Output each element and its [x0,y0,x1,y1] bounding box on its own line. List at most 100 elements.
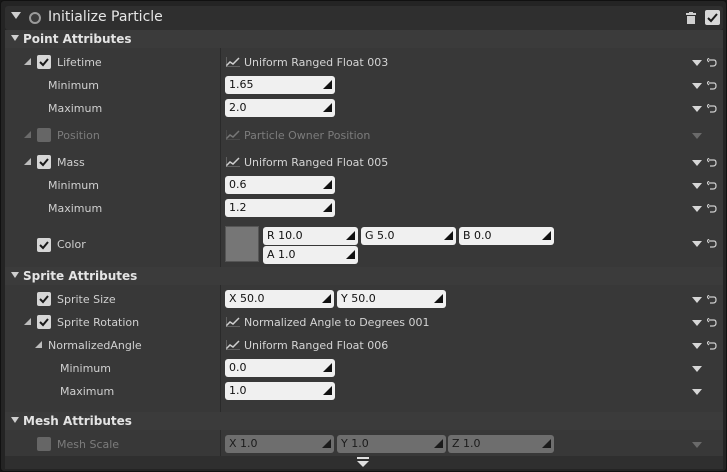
resize-corner-icon [542,439,551,448]
reset-icon[interactable] [707,204,717,214]
check-icon [707,13,718,23]
sprite-size-x-input[interactable]: X 50.0 [225,290,334,308]
check-icon [39,241,49,250]
expand-icon[interactable] [24,131,31,138]
dropdown-icon[interactable] [692,206,702,212]
reset-icon[interactable] [707,104,717,114]
color-r-input[interactable]: R 10.0 [263,227,358,245]
field-value: 1.0 [229,384,247,397]
module-header[interactable]: Initialize Particle [5,6,723,30]
mass-minimum-input[interactable]: 0.6 [225,176,335,194]
param-label: Minimum [48,79,99,92]
dropdown-icon[interactable] [692,366,702,372]
dropdown-icon[interactable] [692,297,702,303]
normalized-angle-maximum-input[interactable]: 1.0 [225,382,335,400]
param-row-lifetime-maximum: Maximum 2.0 [5,97,723,120]
dropdown-icon[interactable] [692,160,702,166]
reset-icon[interactable] [707,58,717,68]
param-label: Mass [57,156,85,169]
category-point-attributes[interactable]: Point Attributes [5,30,723,48]
curve-icon [226,157,240,167]
lifetime-maximum-input[interactable]: 2.0 [225,99,335,117]
expand-icon[interactable] [24,158,31,165]
expand-icon[interactable] [35,341,42,348]
distribution-selector[interactable]: Uniform Ranged Float 006 [244,339,388,352]
module-status-icon [29,12,41,24]
resize-corner-icon [542,231,551,240]
expand-icon[interactable] [24,58,31,65]
param-label: Minimum [60,362,111,375]
dropdown-icon[interactable] [692,133,702,139]
sprite-size-y-input[interactable]: Y 50.0 [337,290,446,308]
category-label: Mesh Attributes [23,414,132,428]
dropdown-icon[interactable] [692,389,702,395]
distribution-selector[interactable]: Uniform Ranged Float 003 [244,56,388,69]
lifetime-minimum-input[interactable]: 1.65 [225,76,335,94]
dropdown-icon[interactable] [692,442,702,448]
param-row-lifetime: Lifetime Uniform Ranged Float 003 [5,51,723,74]
dropdown-icon[interactable] [692,83,702,89]
reset-icon[interactable] [707,341,717,351]
mesh-scale-y-input[interactable]: Y 1.0 [337,435,446,453]
position-checkbox[interactable] [37,128,51,142]
resize-corner-icon [346,231,355,240]
expand-icon[interactable] [24,318,31,325]
trash-icon[interactable] [686,12,696,24]
mesh-scale-checkbox[interactable] [37,437,51,451]
sprite-size-checkbox[interactable] [37,292,51,306]
param-row-position: Position Particle Owner Position [5,124,723,147]
param-label: Sprite Size [57,293,116,306]
reset-icon[interactable] [707,295,717,305]
color-a-input[interactable]: A 1.0 [263,246,358,264]
expand-icon[interactable] [11,417,19,423]
reset-icon[interactable] [707,239,717,249]
lifetime-checkbox[interactable] [37,55,51,69]
check-icon [39,295,49,304]
reset-icon[interactable] [707,158,717,168]
dropdown-icon[interactable] [692,106,702,112]
expand-more-icon[interactable] [357,461,369,467]
reset-icon[interactable] [707,318,717,328]
check-icon [39,318,49,327]
param-row-mass-maximum: Maximum 1.2 [5,197,723,220]
sprite-rotation-checkbox[interactable] [37,315,51,329]
resize-corner-icon [322,439,331,448]
param-row-mass: Mass Uniform Ranged Float 005 [5,151,723,174]
dropdown-icon[interactable] [692,343,702,349]
field-value: Z 1.0 [452,437,481,450]
field-value: Y 1.0 [341,437,369,450]
field-value: R 10.0 [267,229,303,242]
module-enabled-checkbox[interactable] [705,10,720,25]
field-value: 1.2 [229,201,247,214]
distribution-selector[interactable]: Normalized Angle to Degrees 001 [244,316,429,329]
mass-checkbox[interactable] [37,155,51,169]
mesh-scale-x-input[interactable]: X 1.0 [225,435,334,453]
resize-corner-icon [322,294,331,303]
distribution-selector[interactable]: Particle Owner Position [244,129,370,142]
expand-icon[interactable] [11,272,19,278]
dropdown-icon[interactable] [692,320,702,326]
color-g-input[interactable]: G 5.0 [361,227,456,245]
category-mesh-attributes[interactable]: Mesh Attributes [5,412,723,430]
reset-icon[interactable] [707,181,717,191]
resize-corner-icon [434,294,443,303]
reset-icon[interactable] [707,81,717,91]
expand-icon[interactable] [11,35,19,41]
collapse-icon[interactable] [11,12,21,19]
resize-corner-icon [323,180,332,189]
expand-more-bar[interactable] [5,456,723,469]
color-checkbox[interactable] [37,238,51,252]
normalized-angle-minimum-input[interactable]: 0.0 [225,359,335,377]
category-label: Sprite Attributes [23,269,138,283]
dropdown-icon[interactable] [692,60,702,66]
mesh-scale-z-input[interactable]: Z 1.0 [448,435,554,453]
distribution-selector[interactable]: Uniform Ranged Float 005 [244,156,388,169]
category-sprite-attributes[interactable]: Sprite Attributes [5,267,723,285]
mass-maximum-input[interactable]: 1.2 [225,199,335,217]
field-value: 0.6 [229,178,247,191]
niagara-module-panel: Initialize Particle Point Attributes Lif… [0,0,727,472]
color-b-input[interactable]: B 0.0 [459,227,554,245]
dropdown-icon[interactable] [692,241,702,247]
dropdown-icon[interactable] [692,183,702,189]
color-swatch[interactable] [225,226,259,262]
